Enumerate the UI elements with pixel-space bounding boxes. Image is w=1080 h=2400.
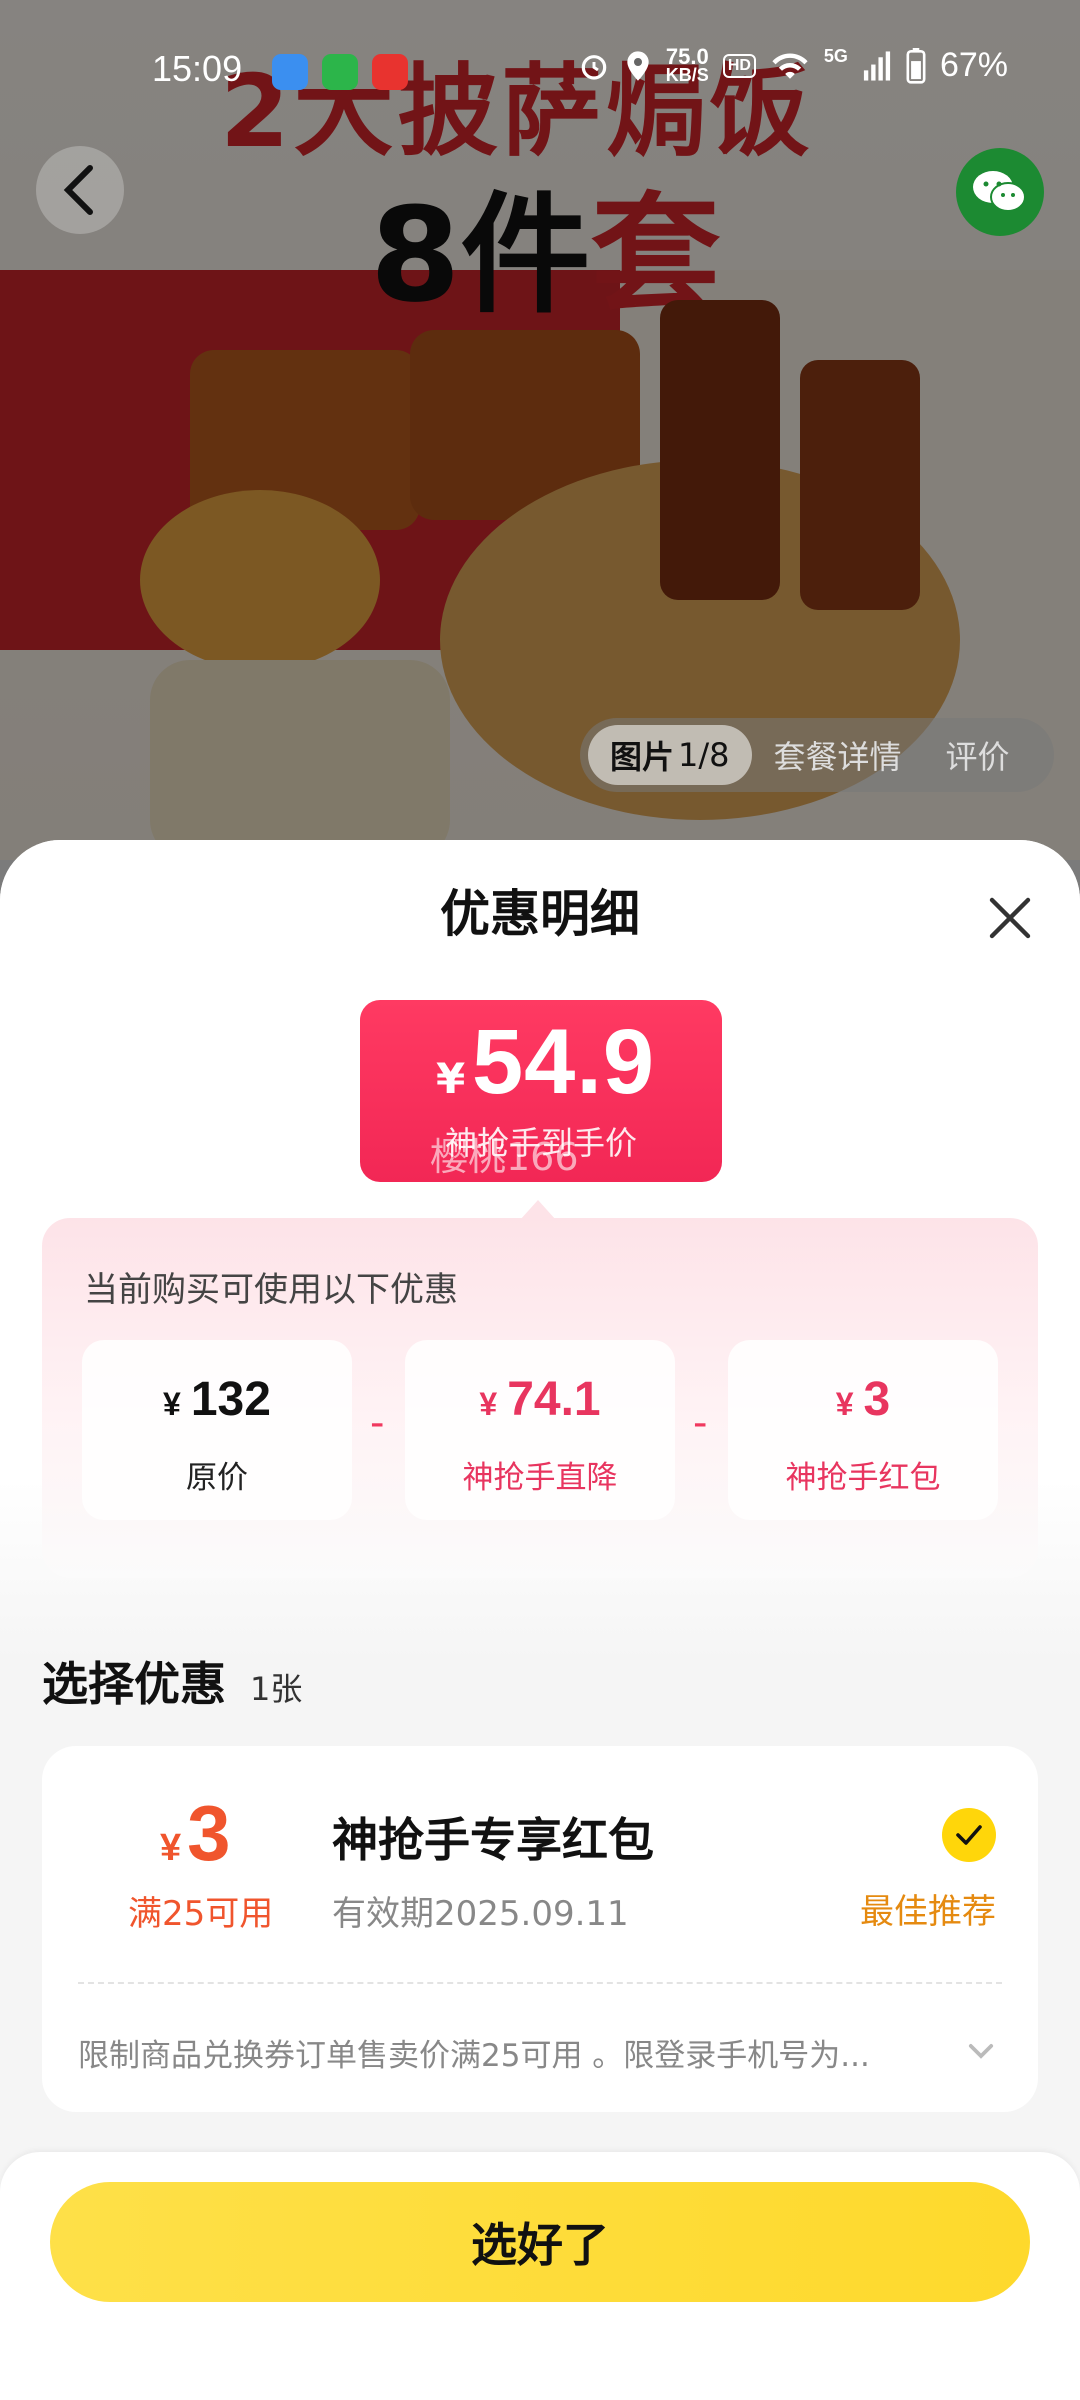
- best-recommend-badge: 最佳推荐: [860, 1892, 996, 1932]
- status-indicators: 75.0 KB/S HD 5G 67%: [578, 43, 1008, 85]
- status-bar: 15:09 75.0 KB/S HD 5G 67%: [0, 40, 1080, 100]
- photo-index: 1/8: [678, 736, 730, 774]
- final-price-amount: 54.9: [472, 1011, 656, 1113]
- original-price-label: 原价: [186, 1460, 248, 1496]
- original-price-currency: ¥: [163, 1386, 181, 1422]
- network-speed-unit: KB/S: [665, 64, 709, 85]
- hd-badge: HD: [722, 53, 756, 78]
- shopping-app-icon: [372, 54, 408, 90]
- final-price-badge: ¥ 54.9 神抢手到手价 樱桃166: [360, 1000, 722, 1182]
- sheet-footer: 选好了: [0, 2152, 1080, 2400]
- network-speed-value: 75.0: [665, 43, 709, 69]
- red-packet-label: 神抢手红包: [785, 1460, 941, 1496]
- coupon-description: 限制商品兑换券订单售卖价满25可用 。限登录手机号为...: [78, 2038, 870, 2074]
- signal-icon: [863, 50, 891, 81]
- weather-app-icon: [272, 54, 308, 90]
- select-discount-title: 选择优惠: [42, 1657, 226, 1711]
- network-speed: 75.0 KB/S: [665, 43, 709, 85]
- direct-discount-number: 74.1: [507, 1373, 601, 1426]
- close-icon: [989, 897, 1031, 939]
- coupon-amount: ¥3: [160, 1788, 231, 1879]
- watermark-text: 樱桃166: [430, 1135, 579, 1179]
- back-button[interactable]: [36, 146, 124, 234]
- coupon-condition: 满25可用: [128, 1894, 274, 1934]
- red-packet-box: ¥3 神抢手红包: [728, 1340, 998, 1520]
- coupon-count: 1张: [250, 1670, 303, 1708]
- chevron-down-icon: [968, 2044, 994, 2059]
- check-icon: [956, 1825, 982, 1845]
- confirm-button[interactable]: 选好了: [50, 2182, 1030, 2302]
- final-price-currency: ¥: [436, 1054, 466, 1103]
- close-button[interactable]: [980, 888, 1040, 948]
- status-time: 15:09: [152, 48, 243, 89]
- red-packet-number: 3: [863, 1373, 891, 1426]
- original-price-box: ¥132 原价: [82, 1340, 352, 1520]
- gallery-tabs: 图片 1/8 套餐详情 评价: [580, 718, 1054, 792]
- battery-level: 67%: [939, 46, 1008, 84]
- direct-discount-value: ¥74.1: [405, 1372, 675, 1427]
- expand-description-button[interactable]: [964, 2034, 998, 2068]
- messages-app-icon: [322, 54, 358, 90]
- coupon-name: 神抢手专享红包: [332, 1813, 654, 1867]
- tab-photos[interactable]: 图片 1/8: [588, 725, 752, 785]
- tab-reviews[interactable]: 评价: [924, 732, 1032, 778]
- tab-photos-label: 图片: [610, 738, 675, 776]
- product-hero-image: 2大披萨焗饭 8件套 15:09 75.0 KB/S HD 5G 67% 图片 1/…: [0, 0, 1080, 860]
- discount-hint: 当前购买可使用以下优惠: [84, 1270, 458, 1310]
- original-price-value: ¥132: [82, 1372, 352, 1427]
- direct-discount-label: 神抢手直降: [462, 1460, 618, 1496]
- direct-discount-currency: ¥: [479, 1386, 498, 1422]
- coupon-validity: 有效期2025.09.11: [332, 1894, 629, 1934]
- original-price-number: 132: [190, 1373, 271, 1426]
- red-packet-value: ¥3: [728, 1372, 998, 1427]
- coupon-selected-checkbox[interactable]: [942, 1808, 996, 1862]
- coupon-divider: [78, 1982, 1002, 1984]
- location-icon: [627, 50, 649, 81]
- alarm-icon: [581, 54, 607, 80]
- chevron-left-icon: [63, 165, 93, 215]
- coupon-card[interactable]: ¥3 满25可用 神抢手专享红包 有效期2025.09.11 最佳推荐 限制商品…: [42, 1746, 1038, 2112]
- battery-icon: [906, 47, 926, 84]
- discount-breakdown-panel: 当前购买可使用以下优惠 ¥132 原价 - ¥74.1 神抢手直降 - ¥3 神…: [42, 1218, 1038, 1578]
- signal-type: 5G: [823, 46, 848, 66]
- coupon-currency: ¥: [160, 1827, 182, 1869]
- wechat-share-button[interactable]: [956, 148, 1044, 236]
- red-packet-currency: ¥: [835, 1386, 854, 1422]
- minus-operator: -: [370, 1400, 385, 1446]
- minus-operator: -: [693, 1400, 708, 1446]
- tab-package-details[interactable]: 套餐详情: [752, 732, 924, 778]
- sheet-title: 优惠明细: [440, 885, 640, 943]
- wifi-icon: [772, 53, 808, 79]
- coupon-amount-number: 3: [187, 1789, 231, 1877]
- wechat-icon: [973, 171, 1026, 212]
- direct-discount-box: ¥74.1 神抢手直降: [405, 1340, 675, 1520]
